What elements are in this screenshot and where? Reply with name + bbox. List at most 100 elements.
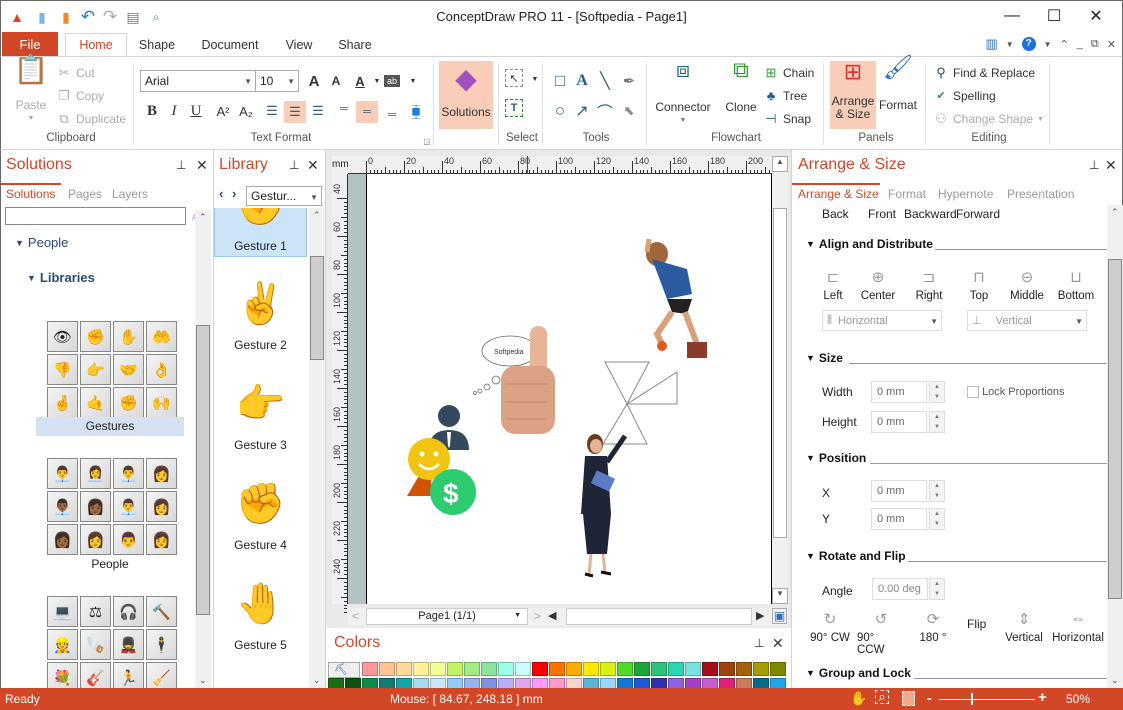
cut-button[interactable]: ✂ Cut <box>56 65 95 81</box>
prev-page-icon[interactable]: < <box>352 609 359 623</box>
tree-node-libraries[interactable]: ▼ Libraries <box>27 270 95 285</box>
section-align-distribute[interactable]: ▼ Align and Distribute <box>806 237 933 251</box>
connector-button[interactable]: ⧈ Connector ▼ <box>652 59 714 127</box>
color-swatch[interactable] <box>770 662 786 676</box>
align-center-icon[interactable]: ☰ <box>284 101 306 123</box>
library-thumbnail[interactable]: 🎧 <box>113 596 144 627</box>
maximize-button[interactable]: ☐ <box>1034 5 1074 27</box>
color-swatch[interactable] <box>549 662 565 676</box>
scroll-down-icon[interactable]: ⌄ <box>1111 675 1119 686</box>
library-thumbnail[interactable]: 👩 <box>80 524 111 555</box>
tab-shape[interactable]: Shape <box>131 33 183 57</box>
align-right-icon[interactable]: ☰ <box>308 101 328 121</box>
library-thumbnail[interactable]: 👁 <box>47 321 78 352</box>
color-swatch[interactable] <box>736 662 752 676</box>
align-center-button[interactable]: ⊕ Center <box>854 268 902 302</box>
distribute-vertical-select[interactable]: ⊥ Vertical ▼ <box>967 310 1087 331</box>
format-button[interactable]: 🖌 Format <box>877 56 919 112</box>
color-swatch[interactable] <box>532 662 548 676</box>
library-thumbnail[interactable]: 👎 <box>47 354 78 385</box>
arc-tool-icon[interactable]: ⌒ <box>595 101 615 122</box>
arrange-scrollbar[interactable]: ⌃ ⌄ <box>1107 205 1123 688</box>
library-thumbnail[interactable]: 👩🏾 <box>80 491 111 522</box>
library-professions-thumbs[interactable]: 💻 ⚖ 🎧 🔨 👷 🪚 💂 🕴 💐 🎸 🏃 🧹 <box>47 596 184 693</box>
distribute-horizontal-select[interactable]: ⫼ Horizontal ▼ <box>822 310 942 331</box>
chain-button[interactable]: ⊞ Chain <box>763 65 815 81</box>
italic-button[interactable]: I <box>164 101 184 121</box>
close-icon[interactable]: ✕ <box>307 157 319 174</box>
canvas-hscrollbar[interactable] <box>566 608 752 625</box>
next-page-icon[interactable]: > <box>534 609 541 623</box>
color-swatch[interactable] <box>464 662 480 676</box>
pen-tool-icon[interactable]: ✒ <box>619 71 639 91</box>
library-thumbnail[interactable]: 🕴 <box>146 629 177 660</box>
library-thumbnail[interactable]: 👨 <box>113 524 144 555</box>
library-thumbnail[interactable]: 👉 <box>80 354 111 385</box>
library-people-thumbs[interactable]: 👨‍💼 👩‍💼 👨‍💼 👩 👨🏾‍💼 👩🏾 👨‍💼 👩 👩🏾 👩 👨 👩 <box>47 458 184 555</box>
section-rotate-flip[interactable]: ▼ Rotate and Flip <box>806 549 906 563</box>
shrink-font-button[interactable]: A <box>326 71 346 91</box>
library-thumbnail[interactable]: ⚖ <box>80 596 111 627</box>
paste-button[interactable]: 📋 Paste ▼ <box>14 56 49 125</box>
library-thumbnail[interactable]: ✊ <box>113 387 144 418</box>
tree-node-people[interactable]: ▼ People <box>15 235 68 250</box>
fit-page-icon[interactable]: ▣ <box>772 608 787 624</box>
color-swatch[interactable] <box>515 662 531 676</box>
library-thumbnail[interactable]: 👩 <box>146 491 177 522</box>
tab-presentation[interactable]: Presentation <box>1007 187 1074 201</box>
library-thumbnail[interactable]: 👨‍💼 <box>47 458 78 489</box>
zoom-area-icon[interactable]: ⌕ <box>875 690 889 704</box>
angle-spinner[interactable]: ▲ ▼ <box>929 578 945 600</box>
color-swatch[interactable] <box>498 662 514 676</box>
width-input[interactable]: 0 mm <box>871 381 927 403</box>
library-thumbnail[interactable]: 👨‍💼 <box>113 458 144 489</box>
y-spinner[interactable]: ▲ ▼ <box>929 508 945 530</box>
page-selector[interactable]: Page1 (1/1) ▼ <box>366 608 528 625</box>
clone-button[interactable]: ⧉ Clone <box>719 59 763 114</box>
tab-home[interactable]: Home <box>65 33 127 57</box>
back-button[interactable]: Back <box>822 207 849 221</box>
library-thumbnail[interactable]: 👷 <box>47 629 78 660</box>
select-pointer-icon[interactable]: ↖ <box>505 69 523 87</box>
color-swatch[interactable] <box>379 662 395 676</box>
color-swatch[interactable] <box>566 662 582 676</box>
height-input[interactable]: 0 mm <box>871 411 927 433</box>
angle-input[interactable]: 0.00 deg <box>872 578 928 600</box>
library-thumbnail[interactable]: 👩🏾 <box>47 524 78 555</box>
copy-button[interactable]: ❐ Copy <box>56 88 104 104</box>
find-replace-button[interactable]: ⚲ Find & Replace <box>933 65 1035 81</box>
backward-button[interactable]: Backward <box>904 207 957 221</box>
color-swatch[interactable] <box>362 662 378 676</box>
zoom-in-icon[interactable]: + <box>1038 689 1047 706</box>
pin-icon[interactable]: ⊥ <box>1089 158 1099 172</box>
forward-button[interactable]: Forward <box>956 207 1000 221</box>
snap-button[interactable]: ⊣ Snap <box>763 111 811 127</box>
valign-bottom-icon[interactable]: ═ <box>382 105 402 125</box>
spelling-button[interactable]: ✔ Spelling <box>933 88 995 104</box>
scroll-left-icon[interactable]: ◀ <box>548 609 556 622</box>
align-middle-button[interactable]: ⊖ Middle <box>1003 268 1051 302</box>
library-item[interactable]: ✊Gesture 1 <box>214 208 307 257</box>
arrange-size-button[interactable]: ⊞ Arrange & Size <box>830 61 876 129</box>
valign-middle-icon[interactable]: ═ <box>356 101 378 123</box>
color-swatch[interactable] <box>396 662 412 676</box>
scroll-down-icon[interactable]: ▼ <box>772 588 788 604</box>
doc-close-icon[interactable]: ✕ <box>1107 38 1116 51</box>
pin-icon[interactable]: ⊥ <box>754 636 764 650</box>
zoom-slider-thumb[interactable] <box>970 693 973 705</box>
flip-vertical-button[interactable]: ⇕ Vertical <box>1000 610 1048 644</box>
scroll-down-icon[interactable]: ⌄ <box>313 675 321 686</box>
scroll-down-icon[interactable]: ⌄ <box>199 675 207 686</box>
align-bottom-button[interactable]: ⊔ Bottom <box>1052 268 1100 302</box>
color-swatch[interactable] <box>651 662 667 676</box>
rotate-90-ccw-button[interactable]: ↺ 90° CCW <box>857 610 905 656</box>
scroll-up-icon[interactable]: ⌃ <box>313 210 321 221</box>
color-swatch[interactable] <box>685 662 701 676</box>
zoom-out-icon[interactable]: - <box>927 690 932 706</box>
scroll-up-icon[interactable]: ⌃ <box>1111 207 1119 218</box>
color-picker-button[interactable]: ⛏ <box>328 662 360 678</box>
color-swatch[interactable] <box>668 662 684 676</box>
minimize-button[interactable]: — <box>992 5 1032 27</box>
doc-minimize-icon[interactable]: _ <box>1077 38 1083 50</box>
library-item[interactable]: ✌ Gesture 2 <box>214 268 307 355</box>
